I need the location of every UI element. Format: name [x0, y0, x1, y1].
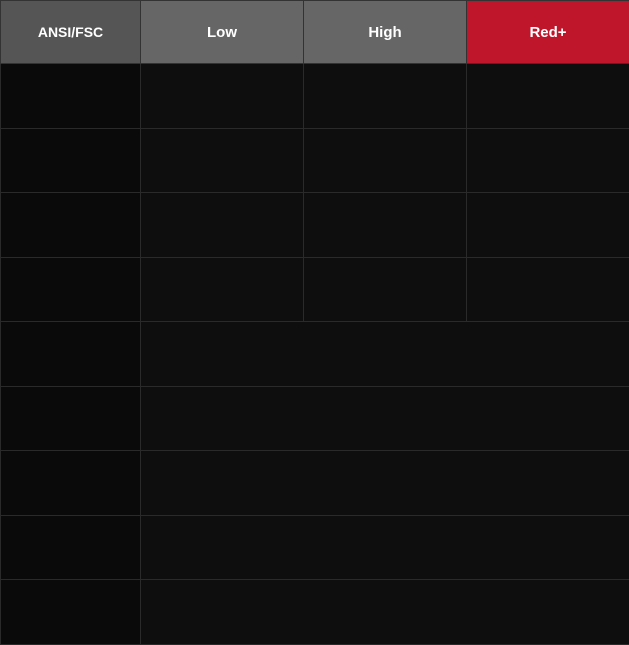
cell-low-1	[141, 64, 304, 129]
cell-ansi-7	[1, 451, 141, 516]
cell-ansi-5	[1, 322, 141, 387]
cell-low-2	[141, 128, 304, 193]
cell-ansi-4	[1, 257, 141, 322]
table-row	[1, 64, 629, 129]
table-row	[1, 386, 629, 451]
cell-high-1	[304, 64, 467, 129]
cell-low-3	[141, 193, 304, 258]
cell-merged-6	[141, 386, 629, 451]
cell-merged-8	[141, 515, 629, 580]
table-body	[1, 64, 629, 645]
table-row	[1, 322, 629, 387]
cell-red-4	[467, 257, 629, 322]
table-row	[1, 451, 629, 516]
cell-ansi-8	[1, 515, 141, 580]
header-row: ANSI/FSC Low High Red+	[1, 1, 629, 64]
comparison-table-container: ANSI/FSC Low High Red+	[0, 0, 629, 645]
header-red-plus: Red+	[467, 1, 629, 64]
cell-low-4	[141, 257, 304, 322]
table-row	[1, 515, 629, 580]
table-row	[1, 257, 629, 322]
cell-ansi-6	[1, 386, 141, 451]
table-row	[1, 128, 629, 193]
cell-ansi-3	[1, 193, 141, 258]
cell-high-2	[304, 128, 467, 193]
cell-ansi-2	[1, 128, 141, 193]
table-row	[1, 193, 629, 258]
cell-red-2	[467, 128, 629, 193]
header-ansi-fsc: ANSI/FSC	[1, 1, 141, 64]
cell-high-3	[304, 193, 467, 258]
table-row	[1, 580, 629, 645]
cell-merged-5	[141, 322, 629, 387]
header-high: High	[304, 1, 467, 64]
cell-red-3	[467, 193, 629, 258]
cell-ansi-9	[1, 580, 141, 645]
comparison-table: ANSI/FSC Low High Red+	[0, 0, 629, 645]
cell-ansi-1	[1, 64, 141, 129]
cell-merged-9	[141, 580, 629, 645]
header-low: Low	[141, 1, 304, 64]
cell-high-4	[304, 257, 467, 322]
cell-merged-7	[141, 451, 629, 516]
cell-red-1	[467, 64, 629, 129]
